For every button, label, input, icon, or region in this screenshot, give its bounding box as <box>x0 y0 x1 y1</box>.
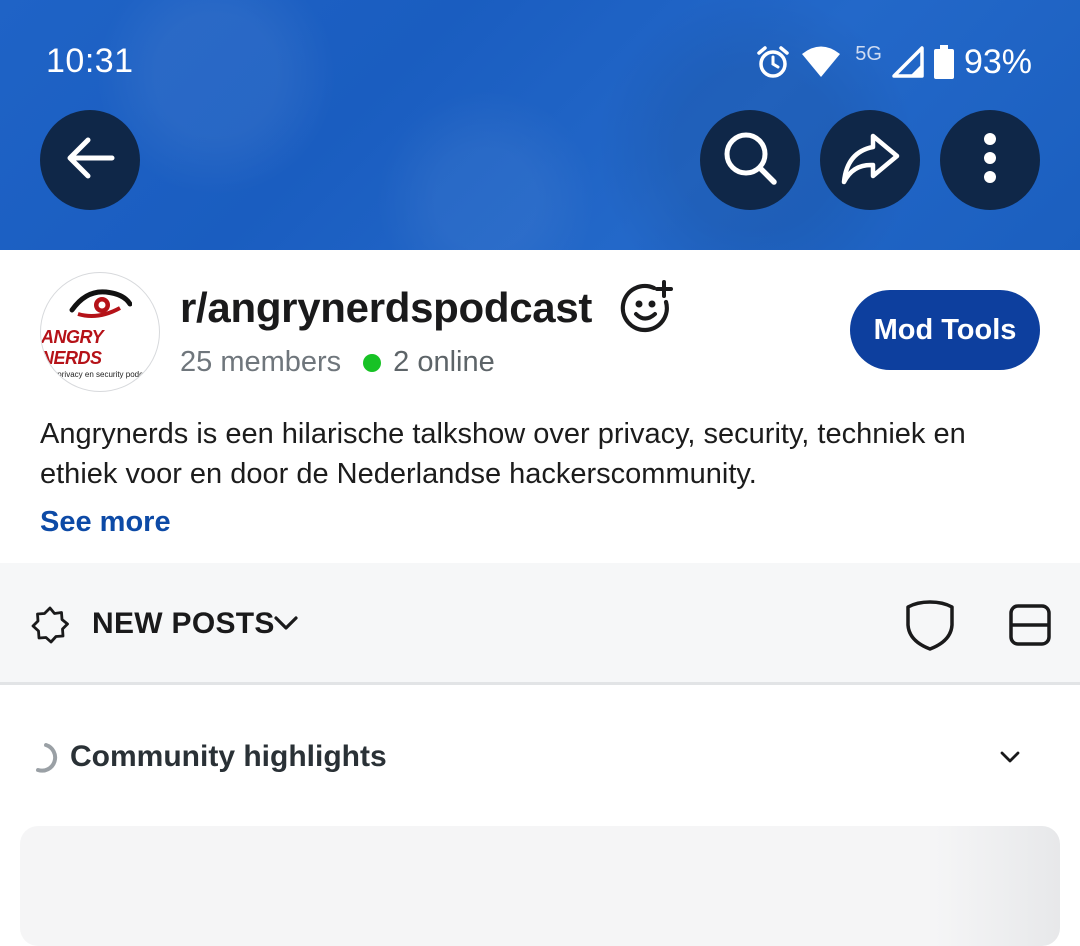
angry-eye-logo-icon <box>68 286 133 325</box>
community-meta: 25 members 2 online <box>180 346 495 379</box>
highlight-card-placeholder <box>20 826 1060 946</box>
back-arrow-icon <box>62 130 118 191</box>
search-button[interactable] <box>700 110 800 210</box>
chevron-down-icon[interactable] <box>272 613 300 638</box>
mod-tools-button[interactable]: Mod Tools <box>850 290 1040 370</box>
see-more-link[interactable]: See more <box>40 506 171 539</box>
more-options-button[interactable] <box>940 110 1040 210</box>
avatar-tagline: de privacy en security podcast <box>46 369 154 379</box>
cell-signal-icon <box>892 46 924 78</box>
share-icon <box>839 130 901 191</box>
battery-percentage: 93% <box>963 42 1032 81</box>
network-type: 5G <box>855 42 882 65</box>
new-badge-icon[interactable] <box>30 605 70 650</box>
status-time: 10:31 <box>46 42 134 80</box>
community-highlights[interactable]: Community highlights <box>0 688 1080 826</box>
back-button[interactable] <box>40 110 140 210</box>
community-description: Angrynerds is een hilarische talkshow ov… <box>40 418 966 490</box>
sort-bar: NEW POSTS <box>0 563 1080 685</box>
wifi-icon <box>801 45 841 79</box>
view-layout-icon[interactable] <box>1008 603 1052 652</box>
online-count: 2 online <box>393 346 495 378</box>
more-vertical-icon <box>980 131 1000 190</box>
smiley-plus-icon[interactable] <box>620 280 676 341</box>
community-name: r/angrynerdspodcast <box>180 284 593 331</box>
loading-spinner-icon <box>34 742 62 779</box>
battery-icon <box>933 45 954 79</box>
chevron-down-icon[interactable] <box>998 748 1022 771</box>
community-avatar[interactable]: ANGRY NERDS de privacy en security podca… <box>40 272 160 392</box>
status-bar: 10:31 5G 93% <box>0 0 1080 110</box>
alarm-icon <box>755 44 791 80</box>
highlights-title: Community highlights <box>70 740 387 773</box>
community-header: ANGRY NERDS de privacy en security podca… <box>0 250 1080 400</box>
online-indicator <box>363 353 382 372</box>
share-button[interactable] <box>820 110 920 210</box>
sort-label[interactable]: NEW POSTS <box>92 607 275 641</box>
avatar-brand-text: ANGRY NERDS <box>41 326 103 368</box>
status-icons: 5G 93% <box>755 40 1032 84</box>
member-count: 25 members <box>180 346 342 378</box>
search-icon <box>720 128 780 193</box>
shield-icon[interactable] <box>905 599 955 656</box>
